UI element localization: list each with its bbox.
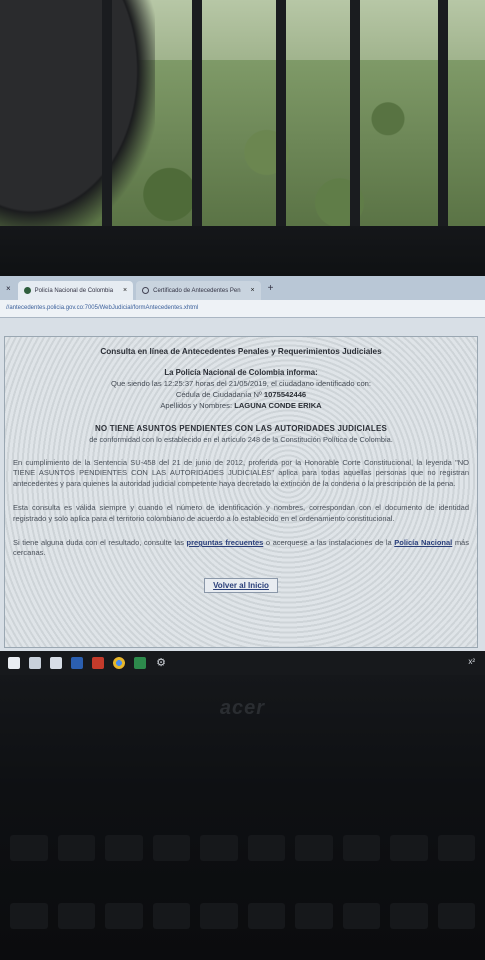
- key: [342, 902, 380, 929]
- chrome-icon[interactable]: [113, 657, 125, 669]
- railing-bar: [276, 0, 286, 228]
- names-value: LAGUNA CONDE ERIKA: [234, 401, 322, 410]
- laptop-body: acer: [0, 675, 485, 960]
- key: [247, 902, 285, 929]
- excel-icon[interactable]: [134, 657, 146, 669]
- tab-label: Certificado de Antecedentes Pen: [153, 287, 241, 294]
- globe-icon: [142, 287, 150, 294]
- paragraph-dudas: Si tiene alguna duda con el resultado, c…: [13, 538, 469, 559]
- close-tab-icon[interactable]: ×: [251, 287, 255, 294]
- railing-bar: [192, 0, 202, 228]
- status-subtext: de conformidad con lo establecido en el …: [89, 435, 393, 444]
- key: [152, 835, 190, 861]
- tab-label: Policía Nacional de Colombia: [34, 287, 114, 294]
- informa-heading: La Policía Nacional de Colombia informa:: [164, 368, 318, 377]
- person-shadow: [0, 0, 155, 228]
- page-content: Consulta en línea de Antecedentes Penale…: [0, 318, 485, 674]
- key: [342, 835, 380, 861]
- dudas-prefix: Si tiene alguna duda con el resultado, c…: [13, 538, 184, 548]
- key: [437, 835, 475, 861]
- date-line: Que siendo las 12:25:37 horas del 21/05/…: [110, 379, 372, 388]
- cedula-line: Cédula de Ciudadanía Nº 1075542446: [5, 390, 477, 399]
- railing-bar: [438, 0, 448, 228]
- railing-bar: [102, 0, 112, 228]
- settings-icon[interactable]: ⚙: [155, 657, 167, 669]
- tray-icon[interactable]: x²: [468, 657, 475, 666]
- result-panel: Consulta en línea de Antecedentes Penale…: [4, 336, 478, 648]
- names-label: Apellidos y Nombres:: [160, 401, 233, 410]
- address-bar[interactable]: //antecedentes.policia.gov.co:7005/WebJu…: [0, 300, 485, 318]
- keyboard: [10, 835, 475, 960]
- key: [105, 835, 143, 861]
- powerpoint-icon[interactable]: [92, 657, 104, 669]
- laptop-screen: × Policía Nacional de Colombia × Certifi…: [0, 276, 485, 674]
- windows-taskbar: ⚙ x²: [0, 651, 485, 675]
- paragraph-sentencia: En cumplimiento de la Sentencia SU-458 d…: [13, 458, 469, 488]
- close-icon[interactable]: ×: [6, 284, 11, 293]
- close-tab-icon[interactable]: ×: [123, 287, 127, 294]
- names-line: Apellidos y Nombres: LAGUNA CONDE ERIKA: [5, 401, 477, 410]
- browser-tabbar: × Policía Nacional de Colombia × Certifi…: [0, 276, 485, 300]
- key: [57, 835, 95, 861]
- faq-link[interactable]: preguntas frecuentes: [187, 538, 264, 547]
- policia-link[interactable]: Policía Nacional: [394, 538, 452, 547]
- paragraph-validez: Esta consulta es válida siempre y cuando…: [13, 503, 469, 523]
- system-tray: x²: [468, 657, 475, 666]
- status-text: NO TIENE ASUNTOS PENDIENTES CON LAS AUTO…: [94, 424, 388, 433]
- key: [390, 835, 428, 861]
- tab-policia[interactable]: Policía Nacional de Colombia ×: [17, 281, 134, 300]
- railing-bar: [350, 0, 360, 228]
- background-scene: [0, 0, 485, 228]
- monitor-bezel: [0, 226, 485, 276]
- store-icon[interactable]: [50, 657, 62, 669]
- key: [200, 835, 238, 861]
- dudas-middle: o acerquese a las instalaciones de la: [265, 538, 392, 548]
- page-title: Consulta en línea de Antecedentes Penale…: [100, 347, 382, 356]
- key: [295, 835, 333, 861]
- new-tab-button[interactable]: +: [264, 283, 278, 294]
- word-icon[interactable]: [71, 657, 83, 669]
- mail-icon[interactable]: [29, 657, 41, 669]
- laptop-brand-logo: acer: [219, 697, 266, 719]
- button-wrap: Volver al Inicio: [5, 575, 477, 593]
- key: [247, 835, 285, 861]
- key: [57, 902, 95, 929]
- cedula-number: 1075542446: [263, 390, 307, 399]
- key: [10, 902, 48, 929]
- key: [390, 902, 428, 929]
- police-favicon-icon: [23, 287, 31, 294]
- tab-certificado[interactable]: Certificado de Antecedentes Pen ×: [136, 281, 261, 300]
- task-view-icon[interactable]: [8, 657, 20, 669]
- key: [295, 902, 333, 929]
- key: [105, 902, 143, 929]
- key: [152, 902, 190, 929]
- key: [200, 902, 238, 929]
- cedula-label: Cédula de Ciudadanía Nº: [175, 390, 262, 399]
- key: [437, 902, 475, 929]
- back-to-home-button[interactable]: Volver al Inicio: [204, 577, 278, 593]
- key: [10, 835, 48, 861]
